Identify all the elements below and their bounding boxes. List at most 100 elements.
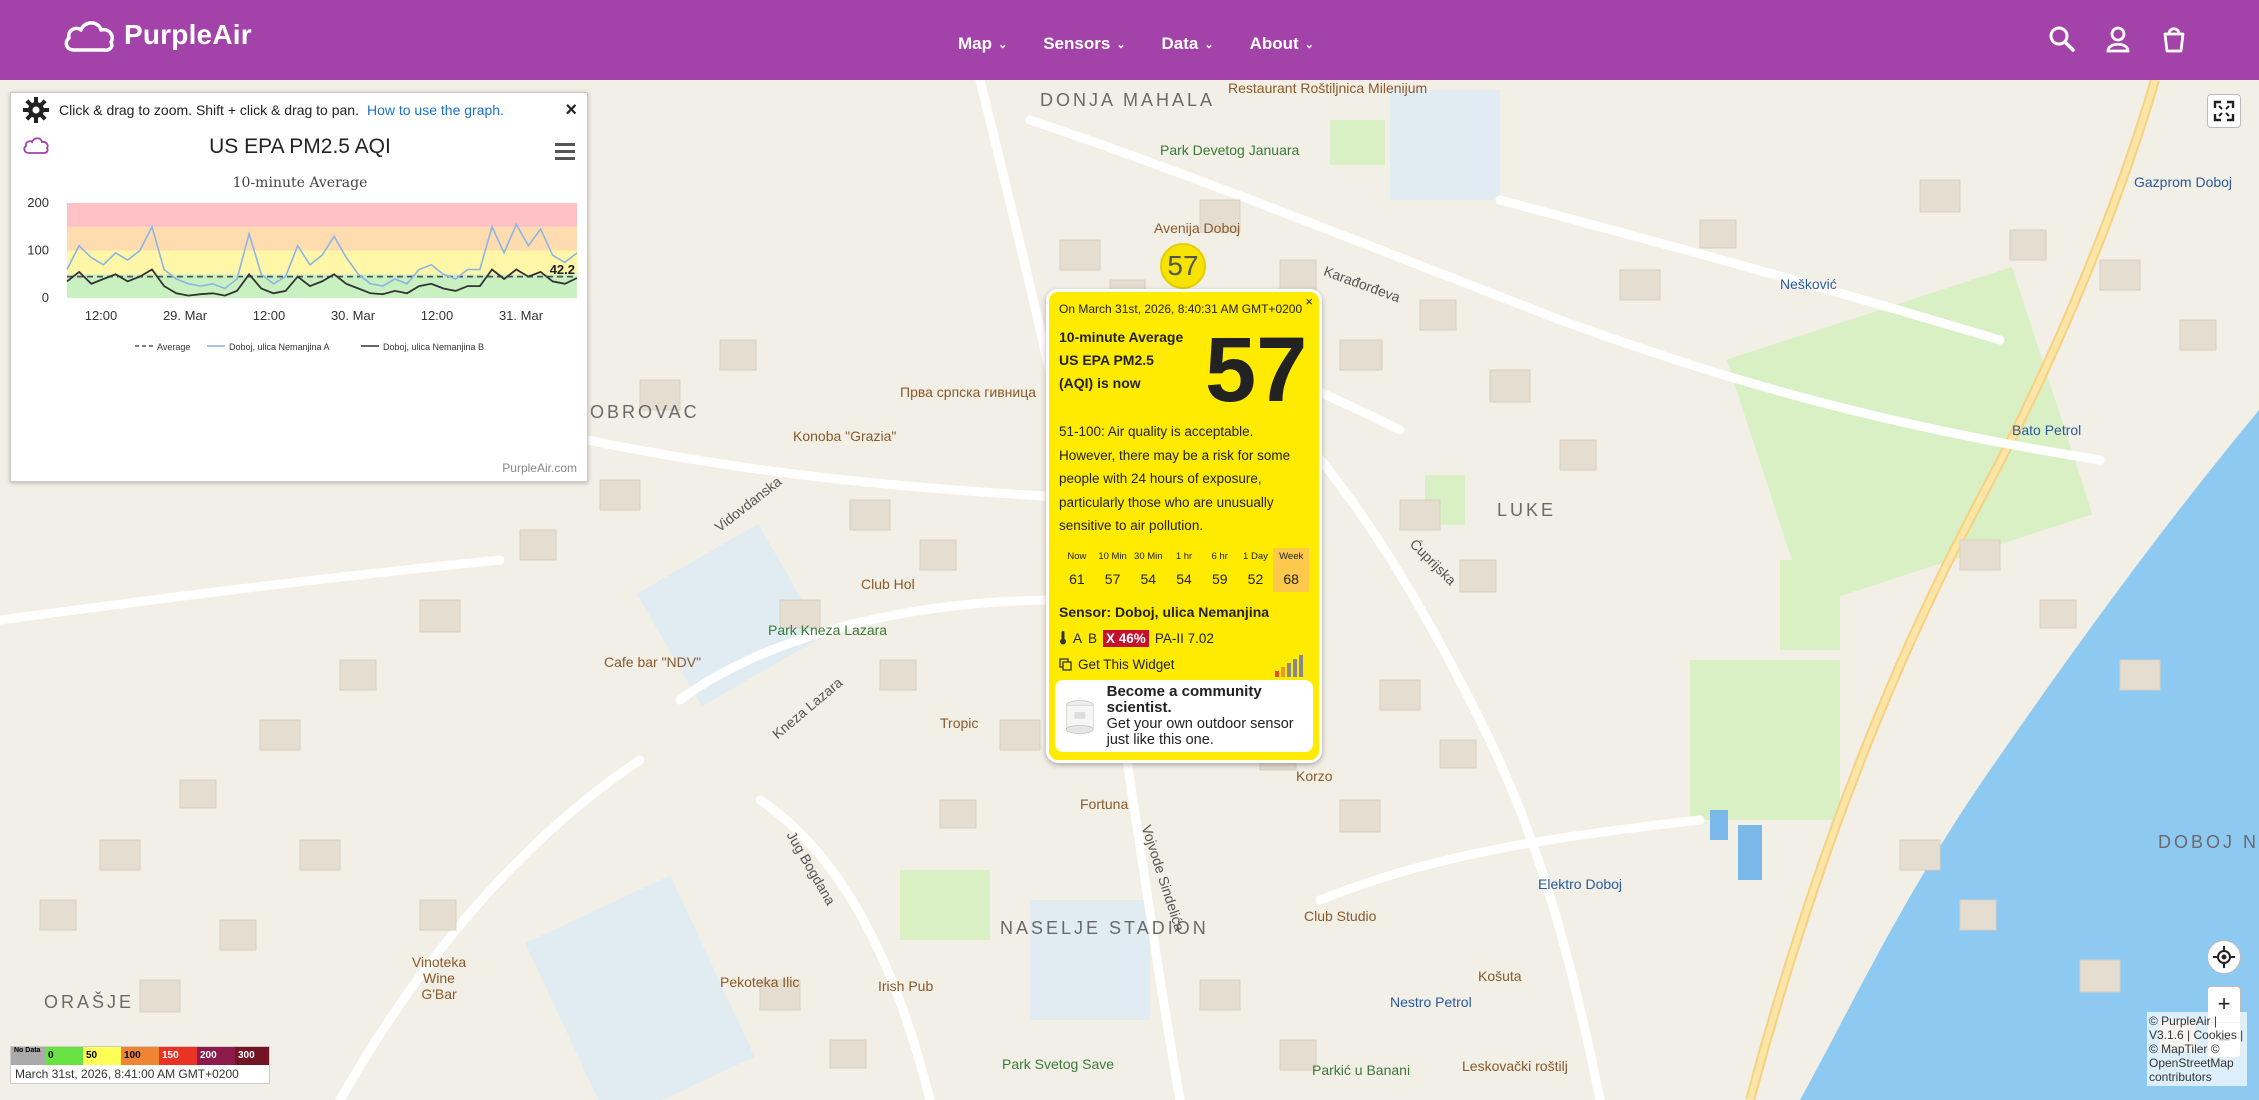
cloud-icon (64, 21, 114, 52)
poi-korzo[interactable]: Korzo (1296, 768, 1333, 784)
promo-text-block: Become a community scientist. Get your o… (1106, 684, 1307, 749)
promo-text: Get your own outdoor sensor just like th… (1106, 716, 1294, 748)
area-label-text: ORAŠJE (44, 992, 135, 1012)
history-value: 61 (1069, 570, 1085, 587)
chevron-down-icon: ⌄ (998, 38, 1008, 51)
search-icon[interactable] (2047, 24, 2077, 54)
poi-label: Konoba "Grazia" (793, 428, 897, 444)
get-widget-link[interactable]: Get This Widget (1059, 653, 1309, 677)
area-label-text: LUKE (1497, 500, 1557, 520)
poi-bato-petrol[interactable]: Bato Petrol (2012, 422, 2081, 438)
gear-icon[interactable] (21, 95, 51, 125)
graph-menu-button[interactable] (555, 143, 575, 164)
community-promo-banner[interactable]: Become a community scientist. Get your o… (1055, 680, 1313, 752)
user-icon[interactable] (2103, 24, 2133, 54)
history-value: 54 (1176, 570, 1192, 587)
history-col-30min[interactable]: 30 Min 54 (1130, 548, 1166, 592)
history-col-1day[interactable]: 1 Day 52 (1238, 548, 1274, 592)
popup-description: 51-100: Air quality is acceptable. Howev… (1059, 424, 1291, 533)
popup-aqi-value: 57 (1205, 319, 1308, 421)
x-tick-label: 12:00 (253, 308, 286, 323)
locate-button[interactable] (2207, 940, 2241, 974)
x-tick-label: 12:00 (421, 308, 454, 323)
poi-konoba-grazia[interactable]: Konoba "Grazia" (793, 428, 896, 444)
graph-credit: PurpleAir.com (502, 461, 577, 475)
aqi-band (67, 203, 577, 227)
history-label: 1 Day (1243, 550, 1268, 562)
poi-club-hol[interactable]: Club Hol (861, 576, 915, 592)
poi-vinoteka[interactable]: Vinoteka Wine G'Bar (404, 954, 474, 1002)
poi-kosuta[interactable]: Košuta (1478, 968, 1522, 984)
purpleair-logo[interactable]: PurpleAir (62, 16, 252, 54)
popup-close-button[interactable]: × (1305, 294, 1313, 309)
history-value: 54 (1140, 570, 1157, 587)
crosshair-icon (2213, 946, 2235, 968)
popup-headline-line: (AQI) is now (1059, 375, 1141, 391)
legend-item-300: 300 (235, 1047, 269, 1065)
last-value-label: 42.2 (550, 262, 575, 277)
poi-prva-srpska-pivnica[interactable]: Прва српска гивница (900, 384, 1036, 400)
poi-pekoteka-ilic[interactable]: Pekoteka Ilic (720, 974, 799, 990)
legend-entry: Doboj, ulica Nemanjina A (229, 342, 330, 352)
poi-nestro-petrol[interactable]: Nestro Petrol (1390, 994, 1472, 1010)
get-widget-label: Get This Widget (1078, 657, 1175, 672)
y-tick-label: 100 (27, 243, 49, 258)
history-label: 1 hr (1175, 550, 1193, 562)
popup-headline-line: 10-minute Average (1059, 329, 1184, 345)
poi-avenija-doboj[interactable]: Avenija Doboj (1154, 220, 1240, 236)
graph-close-button[interactable]: × (565, 99, 577, 122)
graph-hint-text: Click & drag to zoom. Shift + click & dr… (59, 102, 359, 118)
history-col-1hr[interactable]: 1 hr 54 (1166, 548, 1202, 592)
area-label-donja-mahala: DONJA MAHALA (1040, 90, 1215, 111)
poi-restaurant-milenijum[interactable]: Restaurant Roštiljnica Milenijum (1228, 80, 1427, 96)
poi-label: Bato Petrol (2012, 422, 2082, 438)
menu-data[interactable]: Data ⌄ (1162, 34, 1214, 54)
aqi-chart[interactable]: 0 100 200 12:00 29. Mar 12:00 30. Mar 12:00 31. … (11, 193, 589, 473)
poi-label: Cafe bar "NDV" (604, 654, 702, 670)
map-attribution[interactable]: © PurpleAir | V3.1.6 | Cookies | © MapTi… (2147, 1012, 2247, 1086)
history-col-week[interactable]: Week 68 (1273, 547, 1310, 592)
popup-sensor-name: Sensor: Doboj, ulica Nemanjina (1059, 603, 1270, 620)
poi-fortuna[interactable]: Fortuna (1080, 796, 1128, 812)
poi-irish-pub[interactable]: Irish Pub (878, 978, 933, 994)
history-value: 59 (1211, 570, 1228, 587)
poi-label: Korzo (1296, 768, 1333, 784)
main-menu: Map ⌄ Sensors ⌄ Data ⌄ About ⌄ (958, 34, 1314, 54)
poi-parkic-u-banani[interactable]: Parkić u Banani (1312, 1062, 1410, 1078)
poi-cafe-bar-ndv[interactable]: Cafe bar "NDV" (604, 654, 701, 670)
poi-club-studio[interactable]: Club Studio (1304, 908, 1376, 924)
poi-neskovic[interactable]: Nešković (1780, 276, 1837, 292)
sensor-marker[interactable]: 57 (1160, 243, 1206, 289)
area-label-luke: LUKE (1497, 500, 1556, 521)
cart-icon[interactable] (2159, 24, 2189, 54)
channel-a-toggle[interactable]: A (1073, 631, 1082, 646)
history-label: Now (1067, 550, 1087, 562)
poi-park-svetog-save[interactable]: Park Svetog Save (1002, 1056, 1114, 1072)
poi-gazprom-doboj[interactable]: Gazprom Doboj (2134, 174, 2232, 190)
menu-about[interactable]: About ⌄ (1250, 34, 1314, 54)
poi-label: Košuta (1478, 968, 1522, 984)
history-label: 30 Min (1134, 550, 1163, 562)
fullscreen-button[interactable] (2207, 94, 2241, 128)
history-col-6hr[interactable]: 6 hr 59 (1202, 548, 1238, 592)
chevron-down-icon: ⌄ (1116, 38, 1126, 51)
humidity-badge: X 46% (1103, 629, 1149, 647)
area-label-text: DONJA MAHALA (1040, 90, 1216, 110)
menu-sensors[interactable]: Sensors ⌄ (1043, 34, 1125, 54)
graph-help-link[interactable]: How to use the graph. (367, 102, 504, 118)
poi-tropic[interactable]: Tropic (940, 715, 978, 731)
poi-park-devetog-januara[interactable]: Park Devetog Januara (1160, 142, 1299, 158)
poi-elektro-doboj[interactable]: Elektro Doboj (1538, 876, 1622, 892)
sensor-model: PA-II 7.02 (1154, 630, 1214, 646)
thermometer-icon (1060, 631, 1066, 645)
legend-item-150: 150 (159, 1047, 197, 1065)
history-col-10min[interactable]: 10 Min 57 (1095, 548, 1131, 592)
poi-park-kneza-lazara[interactable]: Park Kneza Lazara (768, 622, 887, 638)
menu-map[interactable]: Map ⌄ (958, 34, 1007, 54)
channel-b-toggle[interactable]: B (1088, 631, 1097, 646)
legend-item-0: 0 (45, 1047, 83, 1065)
history-col-now[interactable]: Now 61 (1059, 548, 1095, 592)
poi-leskovacki-rostilj[interactable]: Leskovački roštilj (1462, 1058, 1568, 1074)
poi-label: Irish Pub (878, 978, 934, 994)
legend-item-nodata: No Data (11, 1047, 45, 1065)
